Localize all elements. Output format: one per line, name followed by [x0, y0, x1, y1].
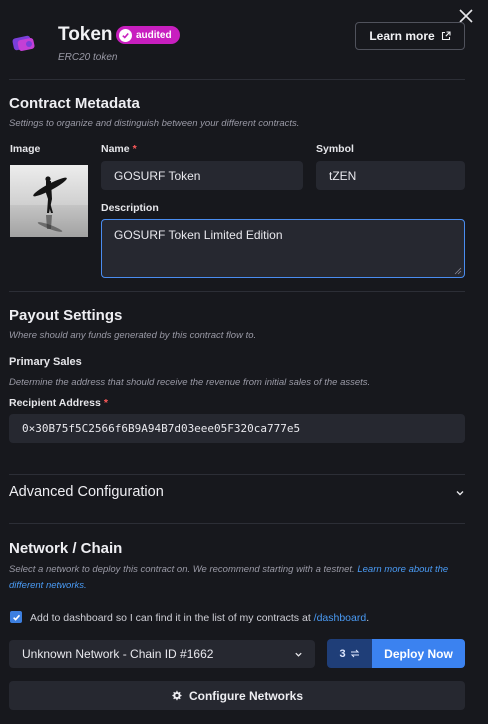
payout-section-title: Payout Settings: [9, 307, 123, 324]
audited-badge: audited: [116, 26, 180, 44]
advanced-configuration-toggle[interactable]: Advanced Configuration: [9, 480, 465, 506]
chevron-down-icon: [456, 491, 464, 496]
required-marker: *: [132, 143, 137, 155]
description-textarea[interactable]: GOSURF Token Limited Edition: [101, 219, 465, 278]
add-to-dashboard-checkbox[interactable]: [10, 611, 22, 623]
network-section-title: Network / Chain: [9, 540, 123, 557]
divider: [9, 79, 465, 80]
required-marker: *: [103, 397, 108, 409]
contract-header: Token audited ERC20 token Learn more: [10, 22, 466, 70]
learn-more-label: Learn more: [369, 29, 435, 43]
add-to-dashboard-label: Add to dashboard so I can find it in the…: [30, 612, 370, 624]
badge-label: audited: [136, 29, 172, 41]
gear-icon: [172, 690, 182, 701]
token-logo-icon: [12, 35, 35, 51]
primary-sales-subtitle: Determine the address that should receiv…: [9, 377, 371, 388]
description-label: Description: [101, 202, 159, 214]
resize-handle-icon[interactable]: [454, 267, 462, 275]
recipient-address-label: Recipient Address *: [9, 397, 108, 409]
payout-section-subtitle: Where should any funds generated by this…: [9, 330, 257, 341]
configure-networks-button[interactable]: Configure Networks: [9, 681, 465, 710]
check-icon: [119, 28, 132, 42]
network-select-value: Unknown Network - Chain ID #1662: [22, 647, 214, 661]
check-icon: [12, 614, 20, 621]
divider: [9, 523, 465, 524]
learn-more-button[interactable]: Learn more: [355, 22, 465, 50]
image-label: Image: [10, 143, 41, 155]
chevron-down-icon: [295, 652, 302, 657]
network-select[interactable]: Unknown Network - Chain ID #1662: [9, 640, 315, 668]
contract-title: Token: [58, 24, 113, 45]
symbol-label: Symbol: [316, 143, 354, 155]
deploy-now-button[interactable]: Deploy Now: [372, 639, 465, 668]
recipient-address-input[interactable]: 0×30B75f5C2566f6B9A94B7d03eee05F320ca777…: [9, 414, 465, 443]
name-input[interactable]: GOSURF Token: [101, 161, 303, 190]
description-value: GOSURF Token Limited Edition: [114, 228, 283, 242]
symbol-input[interactable]: tZEN: [316, 161, 465, 190]
dashboard-link[interactable]: /dashboard: [314, 612, 367, 624]
chain-count-button[interactable]: 3: [327, 639, 372, 668]
configure-networks-label: Configure Networks: [188, 688, 303, 703]
primary-sales-label: Primary Sales: [9, 356, 82, 368]
divider: [9, 474, 465, 475]
contract-subtitle: ERC20 token: [58, 52, 118, 63]
advanced-configuration-title: Advanced Configuration: [9, 484, 164, 500]
network-section-subtitle: Select a network to deploy this contract…: [9, 564, 449, 591]
metadata-section-title: Contract Metadata: [9, 95, 140, 112]
chain-count-value: 3: [339, 647, 346, 660]
divider: [9, 291, 465, 292]
name-label: Name *: [101, 143, 137, 155]
switch-icon: [350, 649, 359, 658]
contract-image[interactable]: [10, 165, 88, 237]
metadata-section-subtitle: Settings to organize and distinguish bet…: [9, 118, 300, 129]
external-link-icon: [441, 31, 451, 41]
surfer-image: [10, 165, 88, 237]
